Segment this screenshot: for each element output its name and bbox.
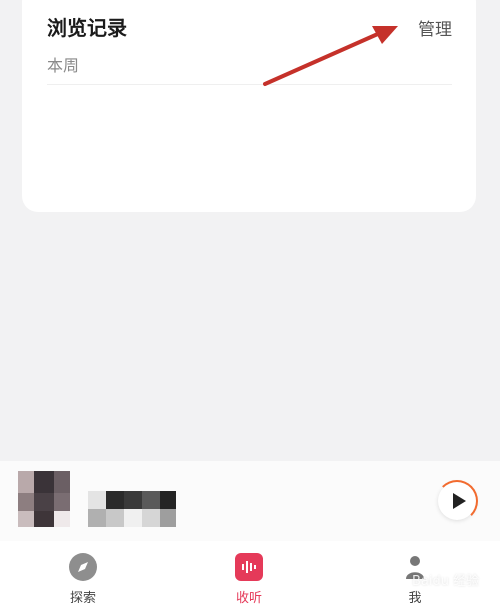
track-title-placeholder [88,491,176,527]
tab-label: 我 [408,591,422,606]
manage-button[interactable]: 管理 [418,15,452,40]
tab-label: 探索 [69,591,96,606]
tab-label: 收听 [235,591,262,606]
play-icon [453,493,466,509]
play-button[interactable] [436,480,478,522]
history-title: 浏览记录 [47,16,127,40]
history-card: 浏览记录 管理 本周 [22,0,476,212]
soundwave-icon [235,553,263,581]
week-section-label: 本周 [47,56,80,75]
watermark: Baidu 经验 [412,574,480,589]
divider [47,84,452,85]
tab-explore[interactable]: 探索 [48,553,118,606]
tab-listen[interactable]: 收听 [214,553,284,606]
album-cover[interactable] [18,471,70,527]
mini-player[interactable] [0,461,500,541]
compass-icon [69,553,97,581]
